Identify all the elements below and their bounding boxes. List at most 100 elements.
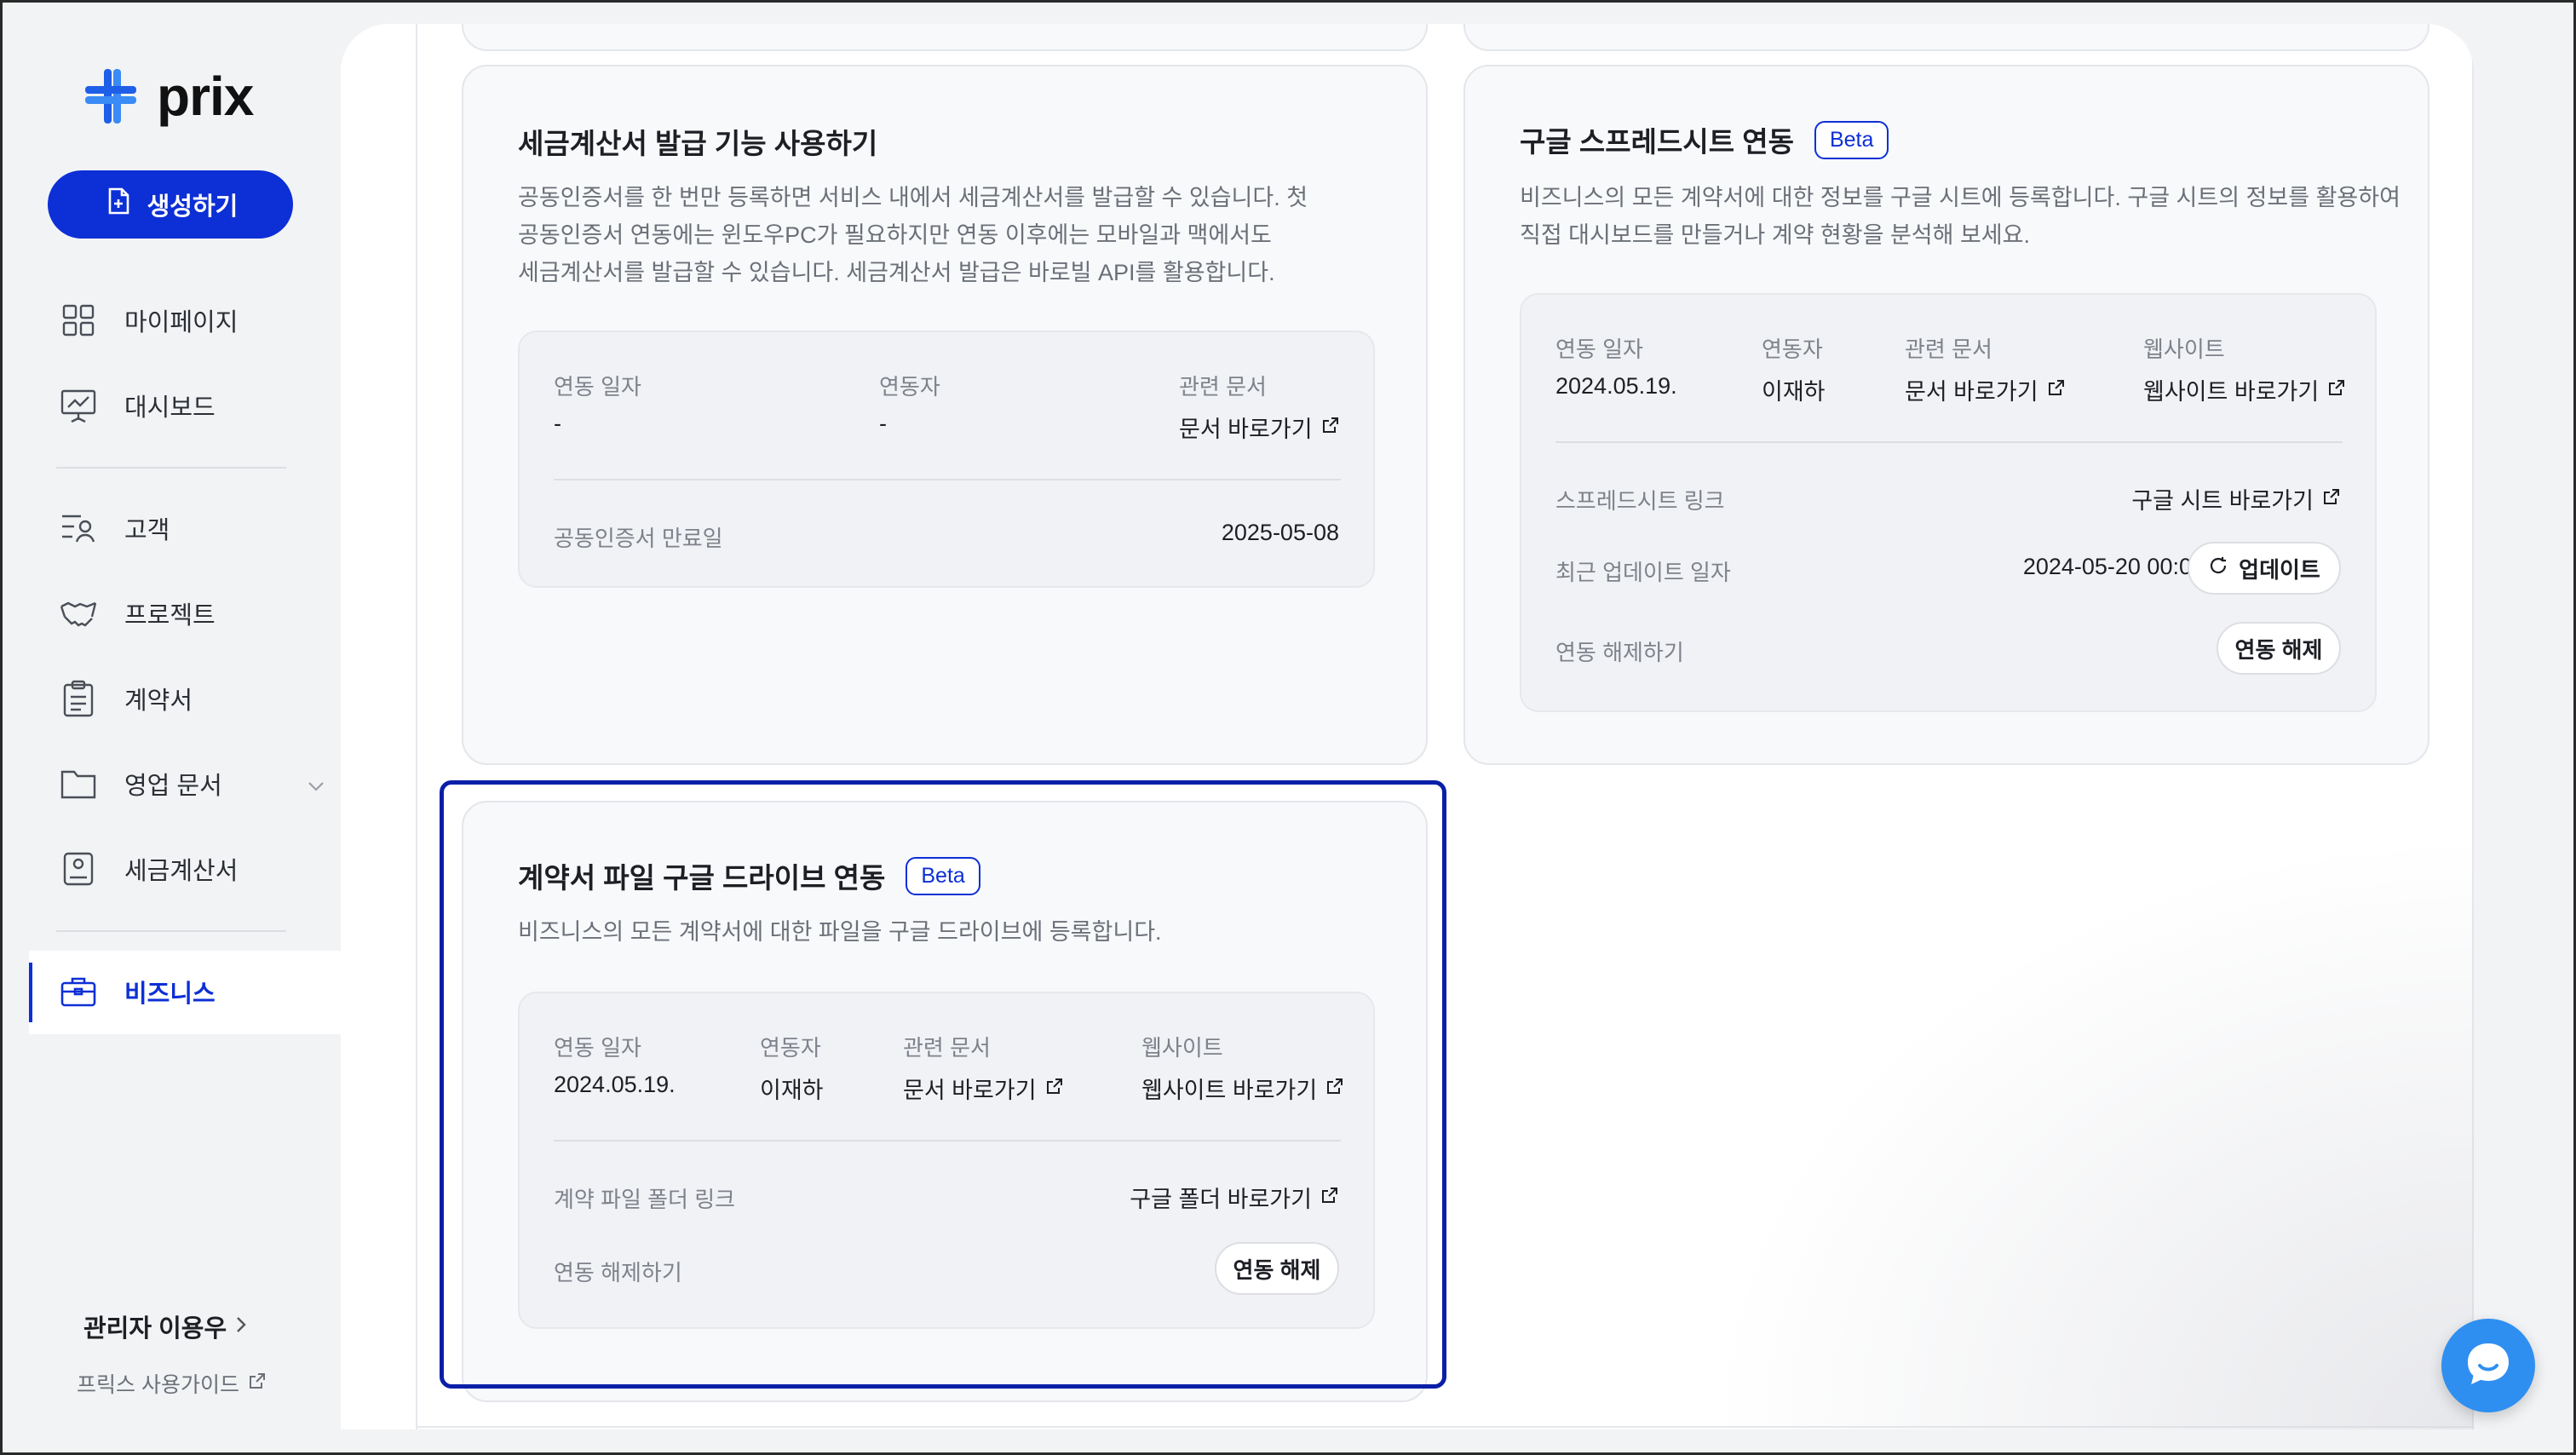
user-guide-label: 프릭스 사용가이드	[77, 1373, 239, 1397]
sidebar-item-sales-docs[interactable]: 영업 문서	[60, 758, 325, 809]
brand-name: prix	[157, 66, 254, 127]
card-title: 구글 스프레드시트 연동 Beta	[1520, 119, 1889, 160]
cert-expiry-value: 2025-05-08	[1221, 520, 1339, 545]
sidebar-divider	[56, 467, 286, 469]
description-line: 비즈니스의 모든 계약서에 대한 정보를 구글 시트에 등록합니다. 구글 시트…	[1520, 185, 2401, 210]
chat-support-button[interactable]	[2441, 1319, 2535, 1412]
related-doc-link[interactable]: 문서 바로가기	[1905, 373, 2066, 406]
sidebar-item-mypage[interactable]: 마이페이지	[60, 295, 238, 346]
related-doc-link[interactable]: 문서 바로가기	[1179, 411, 1340, 444]
sidebar-item-dashboard[interactable]: 대시보드	[60, 380, 216, 431]
sheet-info-panel: 연동 일자 연동자 관련 문서 웹사이트 2024.05.19. 이재하 문서 …	[1520, 293, 2377, 712]
sidebar-item-projects[interactable]: 프로젝트	[60, 588, 216, 639]
link-date-label: 연동 일자	[1555, 336, 1643, 362]
link-date-label: 연동 일자	[554, 374, 641, 400]
new-document-icon	[103, 186, 134, 223]
sidebar-item-customers[interactable]: 고객	[60, 503, 170, 554]
linked-user-label: 연동자	[1762, 336, 1823, 362]
card-description: 비즈니스의 모든 계약서에 대한 정보를 구글 시트에 등록합니다. 구글 시트…	[1520, 179, 2406, 254]
sidebar-item-label: 비즈니스	[124, 981, 216, 1008]
unlink-label: 연동 해제하기	[1555, 640, 1684, 665]
sidebar-item-label: 프로젝트	[124, 602, 216, 630]
link-date-value: 2024.05.19.	[1555, 373, 1677, 399]
link-date-value: -	[554, 411, 561, 436]
background-shade	[1707, 833, 2474, 1429]
sheet-link-text: 구글 시트 바로가기	[2131, 488, 2314, 514]
last-update-label: 최근 업데이트 일자	[1555, 560, 1731, 585]
active-item-indicator	[29, 963, 32, 1022]
create-button-label: 생성하기	[147, 193, 239, 221]
external-link-icon	[248, 1372, 267, 1396]
linked-user-value: 이재하	[1762, 379, 1826, 405]
panel-divider	[554, 479, 1341, 480]
unlink-button[interactable]: 연동 해제	[2217, 622, 2341, 675]
website-link-text: 웹사이트 바로가기	[2143, 379, 2320, 405]
sidebar-item-label: 세금계산서	[124, 858, 239, 885]
folder-icon	[60, 765, 97, 802]
card-title-text: 세금계산서 발급 기능 사용하기	[518, 128, 878, 159]
unlink-button-label: 연동 해제	[2234, 636, 2323, 663]
brand-logo[interactable]: prix	[82, 65, 254, 128]
update-button[interactable]: 업데이트	[2188, 542, 2341, 595]
last-update-value: 2024-05-20 00:03	[2022, 554, 2205, 579]
card-above-left	[462, 24, 1428, 51]
update-button-label: 업데이트	[2239, 556, 2320, 583]
website-link[interactable]: 웹사이트 바로가기	[2143, 373, 2346, 406]
card-above-right	[1463, 24, 2429, 51]
panel-divider	[1555, 441, 2343, 443]
related-doc-link-text: 문서 바로가기	[1905, 379, 2038, 405]
sidebar: prix 생성하기 마이페이지 대시보드 고객 프로젝트 계약서 영업 문서 세…	[0, 0, 341, 1455]
customer-list-icon	[60, 509, 97, 547]
external-link-icon	[2322, 486, 2341, 512]
handshake-icon	[60, 595, 97, 632]
google-sheet-card: 구글 스프레드시트 연동 Beta 비즈니스의 모든 계약서에 대한 정보를 구…	[1463, 65, 2429, 765]
sidebar-item-business[interactable]: 비즈니스	[60, 966, 216, 1017]
create-button[interactable]: 생성하기	[48, 170, 293, 239]
admin-user-name: 관리자 이용우	[83, 1315, 227, 1343]
sidebar-divider	[56, 930, 286, 932]
external-link-icon	[2047, 377, 2066, 403]
receipt-icon	[60, 850, 97, 888]
sidebar-item-label: 영업 문서	[124, 773, 222, 800]
description-line: 공동인증서를 한 번만 등록하면 서비스 내에서 세금계산서를 발급할 수 있습…	[518, 185, 1308, 210]
content-border-left	[416, 24, 417, 1429]
chat-bubble-icon	[2461, 1337, 2516, 1395]
sidebar-item-contracts[interactable]: 계약서	[60, 673, 193, 724]
clipboard-icon	[60, 680, 97, 717]
focus-highlight-box	[440, 780, 1446, 1389]
briefcase-icon	[60, 973, 97, 1010]
beta-badge: Beta	[1814, 120, 1889, 159]
cert-expiry-label: 공동인증서 만료일	[554, 526, 723, 551]
description-line: 직접 대시보드를 만들거나 계약 현황을 분석해 보세요.	[1520, 222, 2030, 248]
prix-logo-icon	[82, 67, 140, 125]
admin-user-link[interactable]: 관리자 이용우	[83, 1308, 247, 1344]
chevron-right-icon	[235, 1313, 247, 1341]
sidebar-item-label: 고객	[124, 517, 170, 544]
description-line: 세금계산서를 발급할 수 있습니다. 세금계산서 발급은 바로빌 API를 활용…	[518, 260, 1275, 285]
external-link-icon	[1321, 414, 1340, 440]
related-doc-label: 관련 문서	[1179, 374, 1267, 400]
grid-icon	[60, 302, 97, 339]
tax-invoice-card: 세금계산서 발급 기능 사용하기 공동인증서를 한 번만 등록하면 서비스 내에…	[462, 65, 1428, 765]
sidebar-item-label: 계약서	[124, 687, 193, 715]
card-description: 공동인증서를 한 번만 등록하면 서비스 내에서 세금계산서를 발급할 수 있습…	[518, 179, 1370, 291]
presentation-chart-icon	[60, 387, 97, 424]
tax-info-panel: 연동 일자 연동자 관련 문서 - - 문서 바로가기 공동인증서 만료일 20…	[518, 331, 1375, 588]
sheet-link-label: 스프레드시트 링크	[1555, 488, 1725, 514]
sidebar-item-label: 마이페이지	[124, 309, 239, 336]
sidebar-item-tax-invoice[interactable]: 세금계산서	[60, 843, 238, 894]
description-line: 공동인증서 연동에는 윈도우PC가 필요하지만 연동 이후에는 모바일과 맥에서…	[518, 222, 1272, 248]
chevron-down-icon[interactable]	[308, 770, 325, 798]
card-title-text: 구글 스프레드시트 연동	[1520, 126, 1794, 158]
refresh-icon	[2208, 555, 2228, 582]
card-title: 세금계산서 발급 기능 사용하기	[518, 121, 877, 162]
user-guide-link[interactable]: 프릭스 사용가이드	[77, 1368, 267, 1399]
external-link-icon	[2327, 377, 2346, 403]
sidebar-item-label: 대시보드	[124, 394, 216, 422]
sheet-link[interactable]: 구글 시트 바로가기	[2131, 482, 2341, 515]
linked-user-label: 연동자	[879, 374, 940, 400]
linked-user-value: -	[879, 411, 887, 436]
related-doc-label: 관련 문서	[1905, 336, 1992, 362]
related-doc-link-text: 문서 바로가기	[1179, 417, 1313, 442]
website-label: 웹사이트	[2143, 336, 2225, 362]
